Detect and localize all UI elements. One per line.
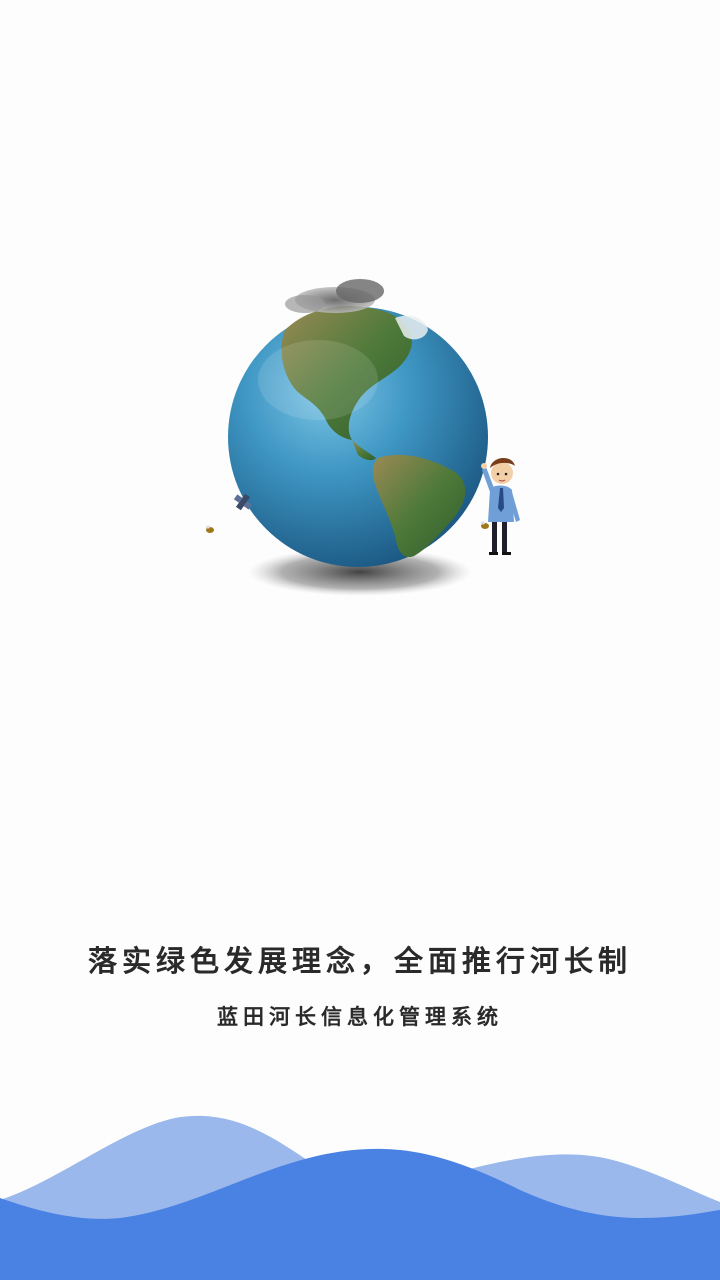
wave-decoration bbox=[0, 1115, 720, 1280]
earth-illustration bbox=[206, 279, 520, 596]
slogan-text: 落实绿色发展理念，全面推行河长制 bbox=[87, 944, 632, 978]
cartoon-man-icon bbox=[481, 457, 520, 555]
bee-icon bbox=[481, 521, 489, 529]
app-name: 蓝田河长信息化管理系统 bbox=[217, 1005, 503, 1029]
earth-globe-icon bbox=[228, 306, 488, 567]
bee-icon bbox=[206, 525, 214, 533]
